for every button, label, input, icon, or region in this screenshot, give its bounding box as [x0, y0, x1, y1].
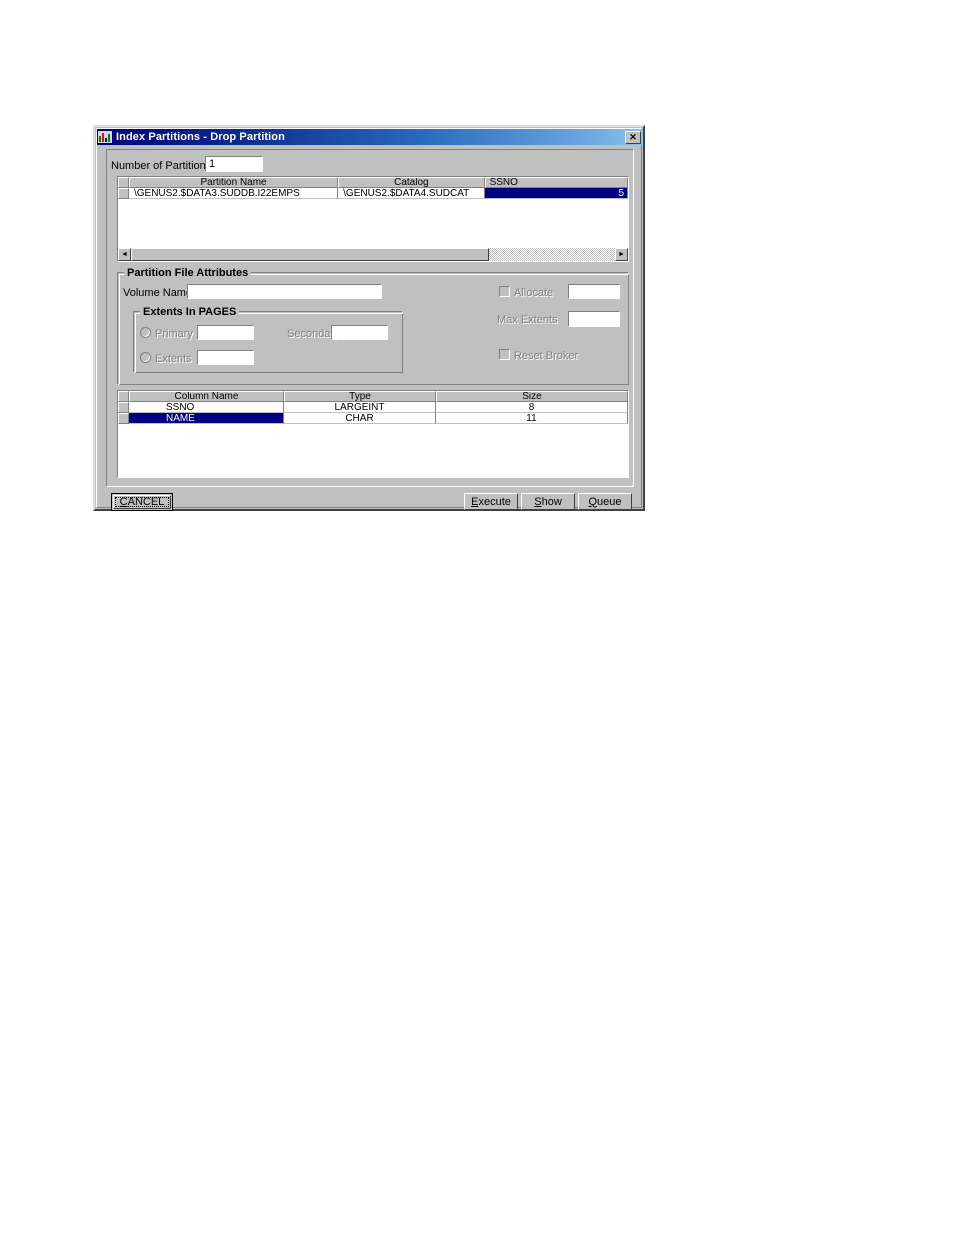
- show-button[interactable]: Show: [521, 493, 575, 510]
- allocate-label: Allocate: [514, 287, 554, 299]
- row-selector-cell[interactable]: [118, 413, 129, 424]
- dialog-window: Index Partitions - Drop Partition ✕ Numb…: [93, 125, 645, 511]
- cell-size[interactable]: 11: [436, 413, 628, 424]
- cell-column-name[interactable]: NAME: [129, 413, 284, 424]
- extents-label: Extents: [155, 353, 192, 365]
- partition-file-attributes-title: Partition File Attributes: [124, 267, 252, 279]
- queue-button-label: Queue: [588, 495, 622, 508]
- reset-broker-checkbox[interactable]: [499, 349, 510, 360]
- cell-type[interactable]: CHAR: [284, 413, 436, 424]
- cancel-button[interactable]: CANCEL: [111, 493, 173, 511]
- column-header-ssno[interactable]: SSNO: [484, 177, 628, 188]
- queue-button[interactable]: Queue: [578, 493, 632, 510]
- table-row[interactable]: SSNO LARGEINT 8: [118, 402, 628, 413]
- number-of-partitions-input[interactable]: 1: [205, 156, 263, 172]
- scroll-left-icon[interactable]: ◄: [118, 248, 131, 261]
- table-row[interactable]: NAME CHAR 11: [118, 413, 628, 424]
- extents-input[interactable]: [197, 350, 254, 365]
- title-bar[interactable]: Index Partitions - Drop Partition ✕: [97, 129, 643, 145]
- cell-size[interactable]: 8: [436, 402, 628, 413]
- extents-radio[interactable]: [140, 352, 151, 363]
- primary-input[interactable]: [197, 325, 254, 340]
- column-header-catalog[interactable]: Catalog: [338, 177, 485, 188]
- cell-column-name[interactable]: SSNO: [129, 402, 284, 413]
- columns-grid[interactable]: Column Name Type Size SSNO LARGEINT 8 NA…: [117, 390, 629, 478]
- cell-partition-name[interactable]: \GENUS2.$DATA3.SUDDB.I22EMPS: [128, 188, 339, 199]
- volume-name-input[interactable]: [187, 284, 382, 299]
- allocate-input[interactable]: [568, 284, 620, 299]
- row-selector-header: [118, 391, 129, 402]
- max-extents-label: Max Extents: [497, 314, 558, 326]
- reset-broker-label: Reset Broker: [514, 350, 579, 362]
- cell-catalog[interactable]: \GENUS2.$DATA4.SUDCAT: [338, 188, 485, 199]
- execute-button[interactable]: Execute: [464, 493, 518, 510]
- column-header-partition-name[interactable]: Partition Name: [128, 177, 339, 188]
- columns-grid-header: Column Name Type Size: [118, 391, 628, 402]
- extents-in-pages-title: Extents In PAGES: [140, 306, 240, 318]
- partitions-grid[interactable]: Partition Name Catalog SSNO \GENUS2.$DAT…: [117, 176, 629, 262]
- column-header-size[interactable]: Size: [436, 391, 628, 402]
- scroll-right-icon[interactable]: ►: [615, 248, 628, 261]
- max-extents-input[interactable]: [568, 311, 620, 327]
- cell-type[interactable]: LARGEINT: [284, 402, 436, 413]
- scrollbar-thumb[interactable]: [131, 248, 489, 261]
- show-button-label: Show: [534, 495, 562, 508]
- cell-ssno[interactable]: 5: [484, 188, 628, 199]
- number-of-partitions-label: Number of Partitions: [111, 160, 212, 172]
- row-selector-header: [118, 177, 129, 188]
- primary-label: Primary: [155, 328, 193, 340]
- partitions-grid-header: Partition Name Catalog SSNO: [118, 177, 628, 188]
- row-selector-cell[interactable]: [118, 188, 129, 199]
- column-header-column-name[interactable]: Column Name: [129, 391, 284, 402]
- app-chart-icon: [98, 130, 112, 144]
- window-title: Index Partitions - Drop Partition: [116, 131, 285, 143]
- scrollbar-track[interactable]: [489, 248, 615, 261]
- allocate-checkbox[interactable]: [499, 286, 510, 297]
- close-icon[interactable]: ✕: [625, 131, 641, 144]
- execute-button-label: Execute: [471, 495, 511, 508]
- column-header-type[interactable]: Type: [284, 391, 436, 402]
- table-row[interactable]: \GENUS2.$DATA3.SUDDB.I22EMPS \GENUS2.$DA…: [118, 188, 628, 199]
- dialog-client-area: Number of Partitions 1 Partition Name Ca…: [97, 145, 641, 511]
- row-selector-cell[interactable]: [118, 402, 129, 413]
- volume-name-label: Volume Name: [123, 287, 193, 299]
- partitions-grid-hscrollbar[interactable]: ◄ ►: [118, 248, 628, 261]
- secondary-input[interactable]: [331, 325, 388, 340]
- primary-radio[interactable]: [140, 327, 151, 338]
